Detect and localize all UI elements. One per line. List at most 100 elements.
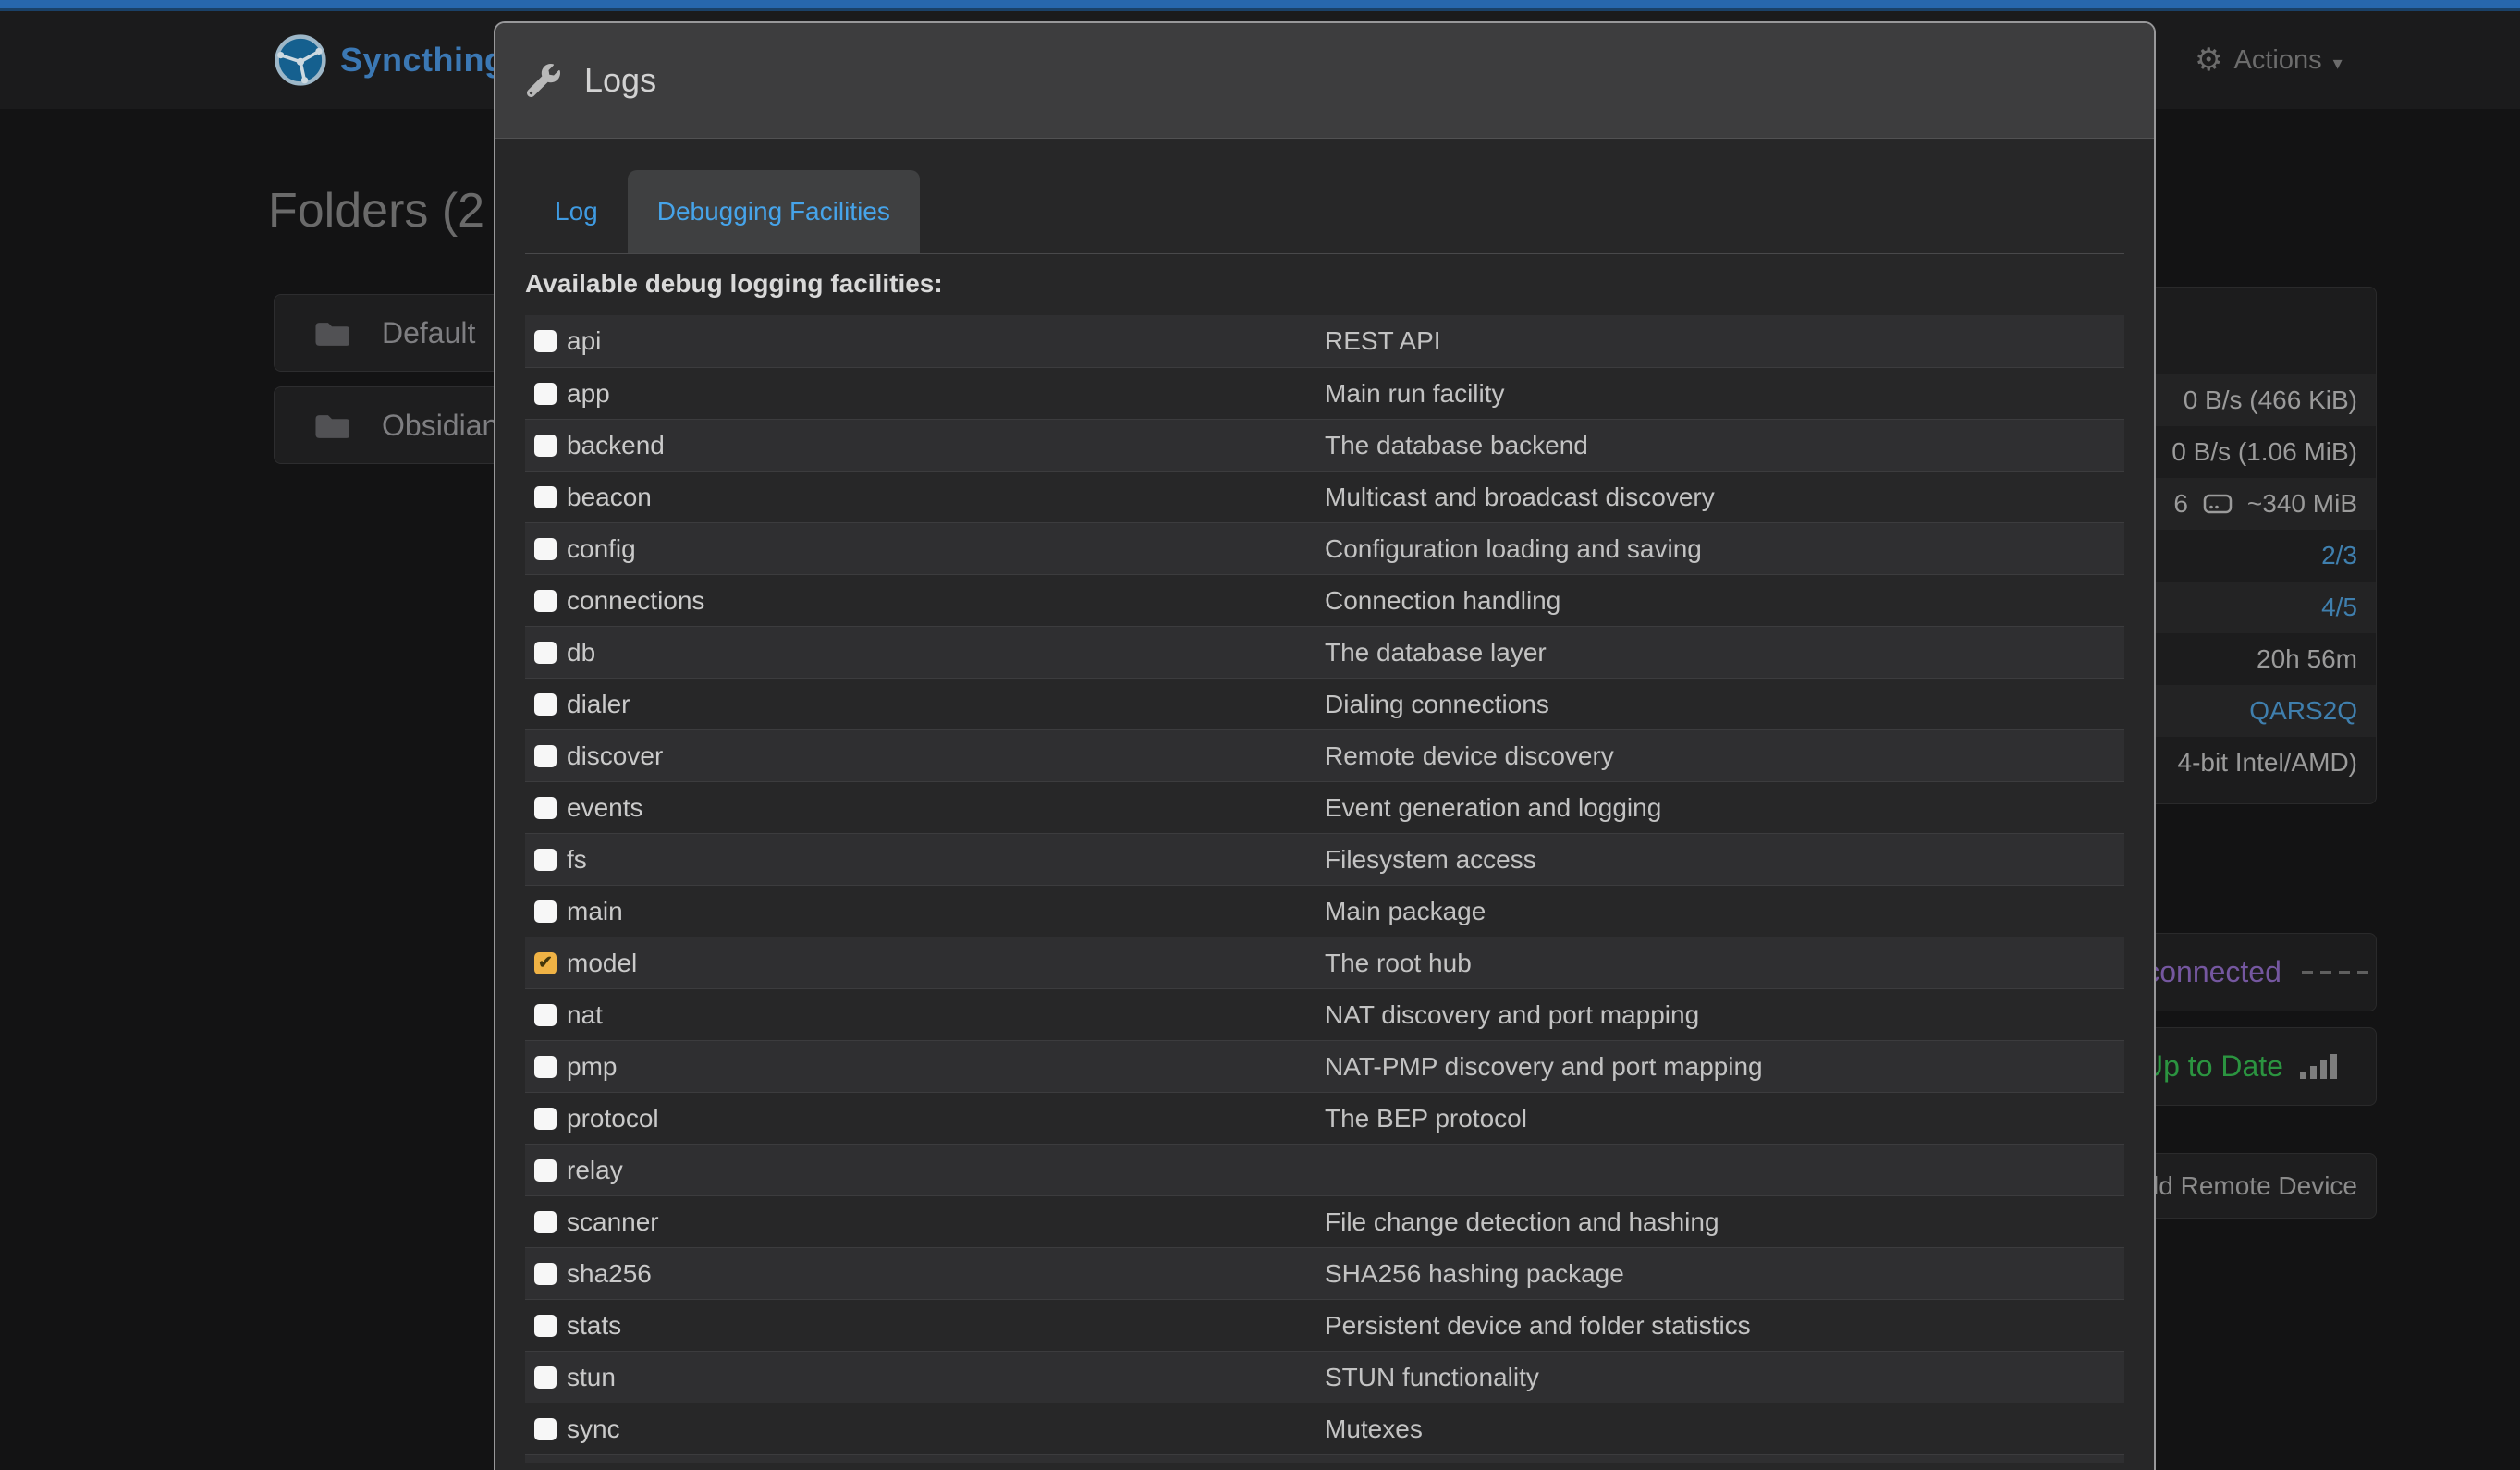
folder-icon (313, 411, 349, 440)
facility-description: Connection handling (1325, 586, 1560, 616)
stat-value[interactable]: QARS2Q (2249, 696, 2357, 726)
facility-description: REST API (1325, 326, 1441, 356)
facility-name: connections (567, 586, 1325, 616)
facility-checkbox[interactable] (534, 797, 557, 819)
facility-checkbox[interactable] (534, 745, 557, 767)
facility-row[interactable]: stun STUN functionality (525, 1351, 2124, 1403)
actions-menu[interactable]: ⚙ Actions ▾ (2195, 11, 2343, 109)
facility-description: Dialing connections (1325, 690, 1549, 719)
facility-checkbox[interactable] (534, 383, 557, 405)
device-identicon (2302, 971, 2368, 974)
facility-checkbox[interactable] (534, 435, 557, 457)
gear-icon: ⚙ (2195, 44, 2222, 76)
facility-row[interactable]: main Main package (525, 885, 2124, 937)
facility-checkbox[interactable] (534, 849, 557, 871)
facility-name: nat (567, 1000, 1325, 1030)
signal-bars-icon (2300, 1054, 2339, 1079)
top-accent-bar (0, 0, 2520, 8)
facility-name: stun (567, 1363, 1325, 1392)
facility-checkbox[interactable] (534, 1366, 557, 1389)
folders-heading: Folders (2 (268, 183, 484, 239)
facility-checkbox[interactable] (534, 1418, 557, 1440)
facility-checkbox[interactable] (534, 590, 557, 612)
facility-row[interactable]: connections Connection handling (525, 574, 2124, 626)
facility-name: backend (567, 431, 1325, 460)
actions-label: Actions (2233, 45, 2321, 76)
tab-debugging-facilities[interactable]: Debugging Facilities (628, 170, 920, 253)
facility-name: discover (567, 741, 1325, 771)
facility-description: Filesystem access (1325, 845, 1536, 875)
facility-checkbox[interactable] (534, 1108, 557, 1130)
stat-value: 0 B/s (466 KiB) (2184, 386, 2357, 415)
facility-description: Remote device discovery (1325, 741, 1614, 771)
facility-description: STUN functionality (1325, 1363, 1539, 1392)
brand[interactable]: Syncthing (274, 11, 506, 109)
facility-row[interactable]: nat NAT discovery and port mapping (525, 988, 2124, 1040)
facility-name: sha256 (567, 1259, 1325, 1289)
facility-checkbox[interactable] (534, 952, 557, 974)
facility-row[interactable]: backend The database backend (525, 419, 2124, 471)
facility-row[interactable]: dialer Dialing connections (525, 678, 2124, 729)
facility-row-partial (525, 1454, 2124, 1463)
facility-checkbox[interactable] (534, 1056, 557, 1078)
stat-value[interactable]: 4/5 (2321, 593, 2357, 622)
facility-description: Main run facility (1325, 379, 1505, 409)
facility-row[interactable]: relay (525, 1144, 2124, 1195)
facility-description: Persistent device and folder statistics (1325, 1311, 1751, 1341)
add-remote-device-label: Add Remote Device (2127, 1171, 2357, 1201)
facility-checkbox[interactable] (534, 1211, 557, 1233)
tab-log[interactable]: Log (525, 170, 628, 253)
folder-label: Default (382, 316, 475, 350)
facility-row[interactable]: beacon Multicast and broadcast discovery (525, 471, 2124, 522)
facility-row[interactable]: model The root hub (525, 937, 2124, 988)
facility-row[interactable]: db The database layer (525, 626, 2124, 678)
facility-description: File change detection and hashing (1325, 1207, 1719, 1237)
facility-name: sync (567, 1415, 1325, 1444)
brand-name: Syncthing (340, 41, 506, 80)
syncthing-logo (274, 33, 327, 87)
facility-row[interactable]: scanner File change detection and hashin… (525, 1195, 2124, 1247)
facility-row[interactable]: events Event generation and logging (525, 781, 2124, 833)
facility-description: The database backend (1325, 431, 1588, 460)
folder-icon (313, 319, 349, 348)
facility-checkbox[interactable] (534, 330, 557, 352)
facility-description: The root hub (1325, 949, 1472, 978)
facility-row[interactable]: api REST API (525, 315, 2124, 367)
facility-checkbox[interactable] (534, 486, 557, 508)
facility-row[interactable]: config Configuration loading and saving (525, 522, 2124, 574)
logs-modal: Logs Log Debugging Facilities Available … (494, 21, 2156, 1470)
facility-checkbox[interactable] (534, 1159, 557, 1182)
modal-title: Logs (584, 61, 656, 100)
facility-row[interactable]: app Main run facility (525, 367, 2124, 419)
device-status-up-to-date: Up to Date (2142, 1049, 2283, 1084)
stat-value[interactable]: 2/3 (2321, 541, 2357, 570)
facility-description: Event generation and logging (1325, 793, 1661, 823)
facilities-heading: Available debug logging facilities: (525, 269, 2124, 299)
facility-name: main (567, 897, 1325, 926)
logs-modal-header: Logs (495, 23, 2154, 139)
facility-checkbox[interactable] (534, 1263, 557, 1285)
facility-row[interactable]: pmp NAT-PMP discovery and port mapping (525, 1040, 2124, 1092)
disk-icon (2203, 493, 2233, 515)
facility-description: SHA256 hashing package (1325, 1259, 1624, 1289)
facility-name: relay (567, 1156, 1325, 1185)
facility-checkbox[interactable] (534, 900, 557, 923)
facility-row[interactable]: discover Remote device discovery (525, 729, 2124, 781)
facility-row[interactable]: stats Persistent device and folder stati… (525, 1299, 2124, 1351)
facility-name: events (567, 793, 1325, 823)
facility-description: Configuration loading and saving (1325, 534, 1702, 564)
facility-checkbox[interactable] (534, 1315, 557, 1337)
facilities-table: api REST API app Main run facility backe… (525, 315, 2124, 1463)
facility-checkbox[interactable] (534, 538, 557, 560)
facility-checkbox[interactable] (534, 642, 557, 664)
facility-checkbox[interactable] (534, 1004, 557, 1026)
facility-row[interactable]: sha256 SHA256 hashing package (525, 1247, 2124, 1299)
caret-down-icon: ▾ (2333, 52, 2343, 75)
facility-name: db (567, 638, 1325, 668)
facility-row[interactable]: protocol The BEP protocol (525, 1092, 2124, 1144)
facility-row[interactable]: fs Filesystem access (525, 833, 2124, 885)
folder-label: Obsidian (382, 409, 498, 443)
facility-description: The BEP protocol (1325, 1104, 1527, 1133)
facility-checkbox[interactable] (534, 693, 557, 716)
facility-row[interactable]: sync Mutexes (525, 1403, 2124, 1454)
